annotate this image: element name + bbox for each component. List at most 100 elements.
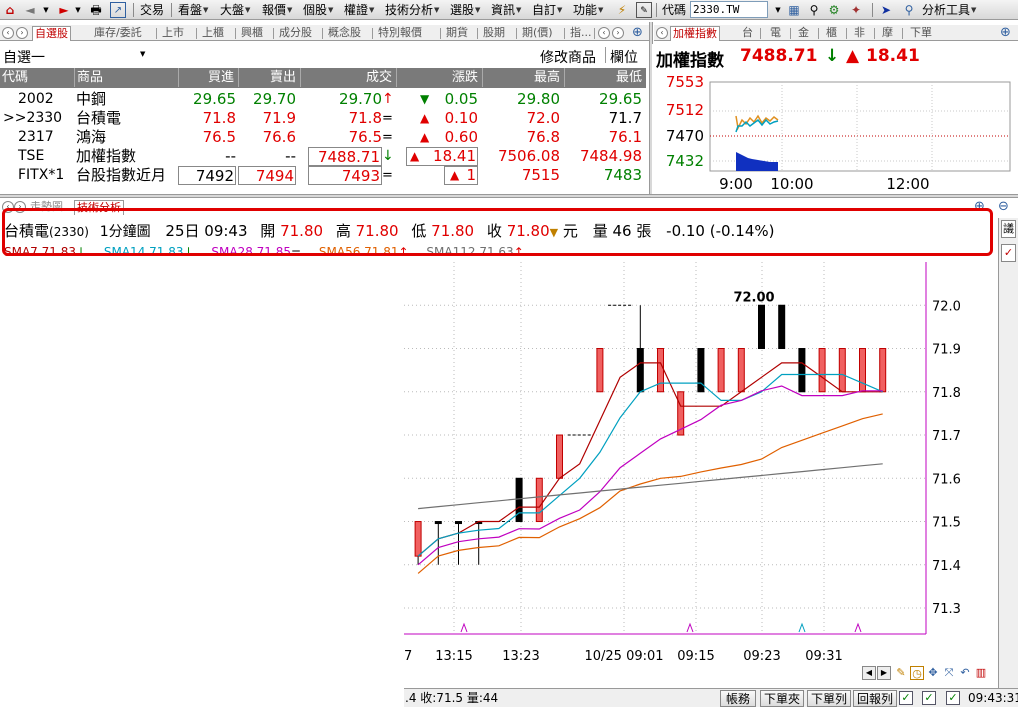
tab-index-finance[interactable]: 金 [796, 26, 811, 41]
symbol-dropdown-icon[interactable]: ▼ [770, 2, 786, 18]
scroll-left-icon[interactable]: ◀ [862, 666, 876, 680]
report-bar-button[interactable]: 回報列 [853, 690, 897, 707]
tab-index-otc[interactable]: 櫃 [824, 26, 839, 41]
tab-otc[interactable]: 上櫃 [200, 26, 226, 41]
symbol-input[interactable]: 2330.TW [690, 1, 768, 18]
cell-bid: 29.65 [193, 90, 236, 108]
pointer-cursor-icon[interactable]: ➤ [878, 2, 894, 18]
watchlist-header: 代碼 商品 買進 賣出 成交 漲跌 最高 最低 [0, 68, 646, 88]
menu-warrant[interactable]: 權證▼ [344, 2, 374, 18]
new-window-icon[interactable]: ↗ [110, 2, 126, 18]
stock-search-icon[interactable]: ▦ [786, 2, 802, 18]
analysis-tools-menu[interactable]: 分析工具▼ [922, 2, 976, 18]
columns-button[interactable]: 欄位 [610, 47, 638, 67]
tag-icon[interactable]: ✦ [848, 2, 864, 18]
order-bar-button[interactable]: 下單列 [807, 690, 851, 707]
lightning-icon[interactable]: ⚡ [614, 2, 630, 18]
period-tool-icon[interactable]: ◷ [910, 666, 924, 680]
tab-inventory-orders[interactable]: 庫存/委託 [92, 26, 144, 41]
header-change[interactable]: 漲跌 [396, 68, 480, 87]
tab-stock-futures[interactable]: 股期 [481, 26, 507, 41]
tab-special-quote[interactable]: 特別報價 [376, 26, 424, 41]
menu-quote[interactable]: 報價▼ [262, 2, 292, 18]
chart-tool-icon[interactable]: ⚙ [826, 2, 842, 18]
tab-components[interactable]: 成分股 [277, 26, 314, 41]
header-code[interactable]: 代碼 [2, 68, 72, 87]
header-high[interactable]: 最高 [482, 68, 562, 87]
index-tab-prev-icon[interactable]: ‹ [656, 27, 668, 39]
tab-index-electronic[interactable]: 電 [768, 26, 783, 41]
forward-dropdown-icon[interactable]: ▼ [70, 2, 86, 18]
y-tick-label: 71.3 [932, 602, 961, 617]
tab-watchlist[interactable]: 自選股 [32, 26, 71, 41]
side-note-button[interactable]: 議 [1001, 220, 1016, 238]
print-icon[interactable]: 🖶 [88, 2, 104, 18]
cell-code: >>2330 [3, 110, 63, 126]
expand-icon[interactable]: ⤧ [942, 666, 956, 680]
notepad-icon[interactable]: ✎ [636, 2, 652, 18]
tab-taiex[interactable]: 加權指數 [670, 26, 720, 41]
edit-items-button[interactable]: 修改商品 [540, 47, 596, 67]
tab-futures-price[interactable]: 期(價) [520, 26, 555, 41]
chart-zoom-out-icon[interactable]: ⊖ [996, 200, 1011, 215]
undo-icon[interactable]: ↶ [958, 666, 972, 680]
analysis-tools-icon[interactable]: ⚲ [901, 2, 917, 18]
side-check-icon[interactable]: ✓ [1001, 244, 1016, 262]
watchlist-name[interactable]: 自選一 [3, 47, 45, 67]
magnifier-icon[interactable]: ⚲ [806, 2, 822, 18]
tab-listed[interactable]: 上市 [160, 26, 186, 41]
zoom-icon[interactable]: ⊕ [630, 26, 645, 41]
account-button[interactable]: 帳務 [720, 690, 756, 707]
tab-separator [477, 28, 478, 39]
status-check-icon[interactable]: ✓ [922, 691, 936, 705]
tab-prev-icon[interactable]: ‹ [2, 27, 14, 39]
tab-scroll-right-icon[interactable]: › [612, 27, 624, 39]
y-tick-label: 72.0 [932, 299, 961, 314]
header-ask[interactable]: 賣出 [238, 68, 298, 87]
back-arrow-icon[interactable]: ◄ [22, 2, 38, 18]
menu-stock[interactable]: 個股▼ [303, 2, 333, 18]
tab-emerging[interactable]: 興櫃 [239, 26, 265, 41]
horizontal-splitter[interactable] [0, 194, 1018, 198]
crosshair-icon[interactable]: ✥ [926, 666, 940, 680]
scroll-right-icon[interactable]: ▶ [877, 666, 891, 680]
order-folder-button[interactable]: 下單夾 [760, 690, 804, 707]
draw-tool-icon[interactable]: ✎ [894, 666, 908, 680]
tab-next-icon[interactable]: › [16, 27, 28, 39]
home-icon[interactable]: ⌂ [2, 2, 18, 18]
flat-tick-icon: = [382, 130, 393, 145]
status-check-icon[interactable]: ✓ [899, 691, 913, 705]
tab-index-nonfin[interactable]: 非 [852, 26, 867, 41]
tab-scroll-left-icon[interactable]: ‹ [598, 27, 610, 39]
tab-index-msci[interactable]: 摩 [880, 26, 895, 41]
header-low[interactable]: 最低 [564, 68, 644, 87]
header-last[interactable]: 成交 [300, 68, 394, 87]
tab-futures[interactable]: 期貨 [444, 26, 470, 41]
tab-index-tw[interactable]: 台 [740, 26, 755, 41]
menu-functions[interactable]: 功能▼ [573, 2, 603, 18]
volume-spike [798, 622, 806, 633]
table-row[interactable]: FITX*1 台股指數近月 7492 7494 7493 = ▲ 1 7515 … [0, 166, 646, 185]
header-name[interactable]: 商品 [74, 68, 174, 87]
up-triangle-icon: ▲ [410, 149, 420, 163]
tab-index[interactable]: 指... [568, 26, 594, 41]
tab-concept[interactable]: 概念股 [326, 26, 363, 41]
table-row[interactable]: 2317 鴻海 76.5 76.6 76.5 = ▲ 0.60 76.8 76.… [0, 128, 646, 147]
header-bid[interactable]: 買進 [178, 68, 236, 87]
back-dropdown-icon[interactable]: ▼ [38, 2, 54, 18]
menu-market[interactable]: 大盤▼ [220, 2, 250, 18]
table-row[interactable]: >>2330 台積電 71.8 71.9 71.8 = ▲ 0.10 72.0 … [0, 109, 646, 128]
menu-trade[interactable]: 交易 [140, 2, 164, 18]
tab-order[interactable]: 下單 [908, 26, 934, 41]
menu-technical-analysis[interactable]: 技術分析▼ [385, 2, 439, 18]
table-row[interactable]: 2002 中鋼 29.65 29.70 29.70 ↑ ▼ 0.05 29.80… [0, 90, 646, 109]
status-check-icon[interactable]: ✓ [946, 691, 960, 705]
watchlist-dropdown-icon[interactable]: ▼ [140, 50, 145, 58]
menu-watch[interactable]: 看盤▼ [178, 2, 208, 18]
indicator-icon[interactable]: ▥ [974, 666, 988, 680]
menu-info[interactable]: 資訊▼ [491, 2, 521, 18]
menu-screener[interactable]: 選股▼ [450, 2, 480, 18]
menu-custom[interactable]: 自訂▼ [532, 2, 562, 18]
table-row[interactable]: TSE 加權指數 -- -- 7488.71 ↓ ▲ 18.41 7506.08… [0, 147, 646, 166]
index-zoom-icon[interactable]: ⊕ [998, 26, 1013, 41]
